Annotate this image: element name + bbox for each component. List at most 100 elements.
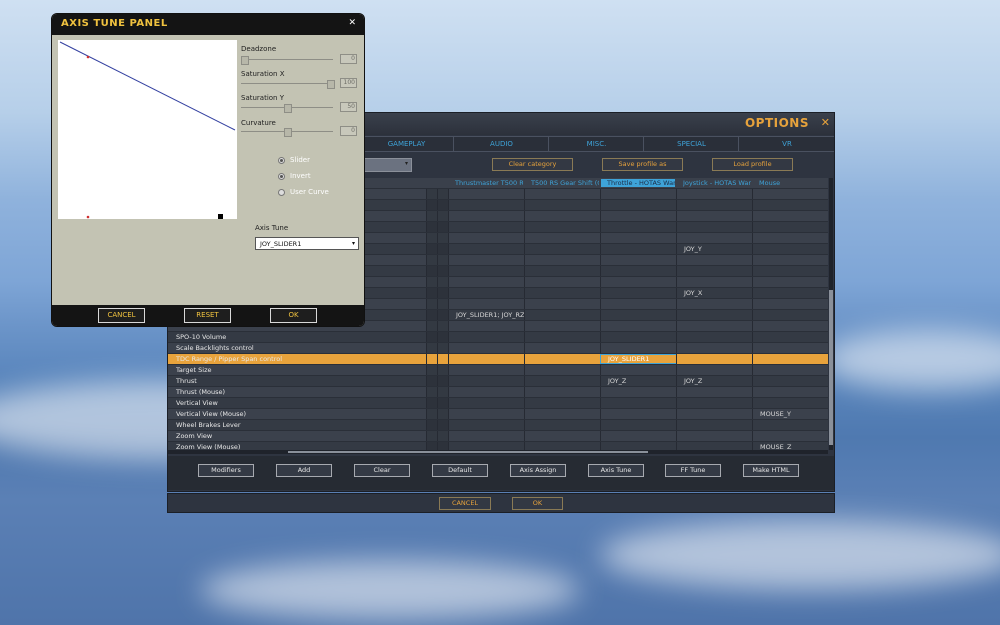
table-cell[interactable] [600,222,677,232]
slider-thumb[interactable] [241,56,249,65]
table-cell[interactable] [448,332,525,342]
table-cell[interactable] [524,255,601,265]
clear-category-button[interactable]: Clear category [492,158,573,171]
table-cell[interactable] [524,343,601,353]
table-cell[interactable] [752,343,828,353]
table-cell[interactable] [600,343,677,353]
table-cell[interactable] [676,387,753,397]
table-cell[interactable] [600,288,677,298]
tab-misc[interactable]: MISC. [548,137,644,151]
table-cell[interactable] [676,255,753,265]
table-cell[interactable] [600,321,677,331]
table-cell[interactable] [676,442,753,450]
table-cell[interactable] [524,332,601,342]
table-cell[interactable] [676,266,753,276]
add-button[interactable]: Add [276,464,332,477]
table-cell[interactable] [752,310,828,320]
table-cell[interactable] [600,299,677,309]
column-header[interactable]: Throttle - HOTAS Wart [601,179,675,187]
table-cell[interactable] [524,233,601,243]
slider-thumb[interactable] [284,128,292,137]
table-cell[interactable] [448,255,525,265]
table-cell[interactable] [600,200,677,210]
table-cell[interactable] [600,398,677,408]
scroll-thumb[interactable] [829,290,833,445]
table-cell[interactable] [600,189,677,199]
table-cell[interactable] [448,200,525,210]
table-cell[interactable] [676,310,753,320]
table-row[interactable]: Scale Backlights control [168,343,828,354]
load-profile-button[interactable]: Load profile [712,158,793,171]
table-cell[interactable] [752,233,828,243]
table-cell[interactable] [600,211,677,221]
table-cell[interactable] [448,387,525,397]
table-cell[interactable] [524,222,601,232]
table-cell[interactable] [676,354,753,364]
table-cell[interactable] [600,310,677,320]
table-cell[interactable]: MOUSE_Z [752,442,828,450]
table-cell[interactable] [752,277,828,287]
table-cell[interactable] [676,332,753,342]
table-row[interactable]: Thrust (Mouse) [168,387,828,398]
table-cell[interactable] [676,321,753,331]
saturation-y-value[interactable]: 50 [340,102,357,112]
horizontal-scrollbar[interactable] [168,450,828,454]
user-curve-radio[interactable] [278,189,285,196]
saturation-x-slider[interactable] [241,80,335,89]
table-cell[interactable] [752,376,828,386]
table-cell[interactable] [524,387,601,397]
table-cell[interactable]: JOY_SLIDER1; JOY_RZ [448,310,525,320]
table-cell[interactable] [448,409,525,419]
table-cell[interactable] [600,409,677,419]
axis-tune-select[interactable]: JOY_SLIDER1 ▾ [255,237,359,250]
tab-vr[interactable]: VR [738,137,835,151]
table-cell[interactable] [524,277,601,287]
table-cell[interactable] [524,211,601,221]
table-cell[interactable] [752,332,828,342]
table-cell[interactable] [676,200,753,210]
table-cell[interactable]: JOY_Z [600,376,677,386]
table-cell[interactable] [524,299,601,309]
make-html-button[interactable]: Make HTML [743,464,799,477]
curvature-value[interactable]: 0 [340,126,357,136]
scroll-thumb[interactable] [288,451,648,453]
table-cell[interactable]: JOY_Y [676,244,753,254]
table-row[interactable]: Vertical View (Mouse) MOUSE_Y [168,409,828,420]
table-cell[interactable] [524,420,601,430]
table-cell[interactable] [448,244,525,254]
table-cell[interactable] [448,442,525,450]
table-cell[interactable] [448,420,525,430]
table-cell[interactable] [524,376,601,386]
ok-button[interactable]: OK [512,497,563,510]
column-header[interactable]: Thrustmaster T500 RS [455,179,523,187]
axis-assign-button[interactable]: Axis Assign [510,464,566,477]
axis-ok-button[interactable]: OK [270,308,317,323]
table-cell[interactable] [676,420,753,430]
table-cell[interactable] [600,442,677,450]
ff-tune-button[interactable]: FF Tune [665,464,721,477]
table-cell[interactable] [752,321,828,331]
table-cell[interactable] [524,200,601,210]
table-cell[interactable] [524,442,601,450]
table-cell[interactable] [676,398,753,408]
table-cell[interactable] [600,420,677,430]
table-cell[interactable] [752,354,828,364]
table-cell[interactable] [448,376,525,386]
table-row[interactable]: Wheel Brakes Lever [168,420,828,431]
table-cell[interactable] [524,321,601,331]
close-icon[interactable]: ✕ [821,116,830,129]
axis-cancel-button[interactable]: CANCEL [98,308,145,323]
table-row[interactable]: Thrust JOY_Z JOY_Z [168,376,828,387]
table-cell[interactable]: JOY_X [676,288,753,298]
tab-gameplay[interactable]: GAMEPLAY [358,137,454,151]
table-cell[interactable] [752,299,828,309]
table-cell[interactable] [524,431,601,441]
table-cell[interactable] [676,299,753,309]
table-cell[interactable] [600,266,677,276]
table-cell[interactable] [600,387,677,397]
table-cell[interactable] [600,244,677,254]
table-cell[interactable]: MOUSE_Y [752,409,828,419]
table-cell[interactable] [676,211,753,221]
slider-thumb[interactable] [327,80,335,89]
table-cell[interactable] [448,222,525,232]
